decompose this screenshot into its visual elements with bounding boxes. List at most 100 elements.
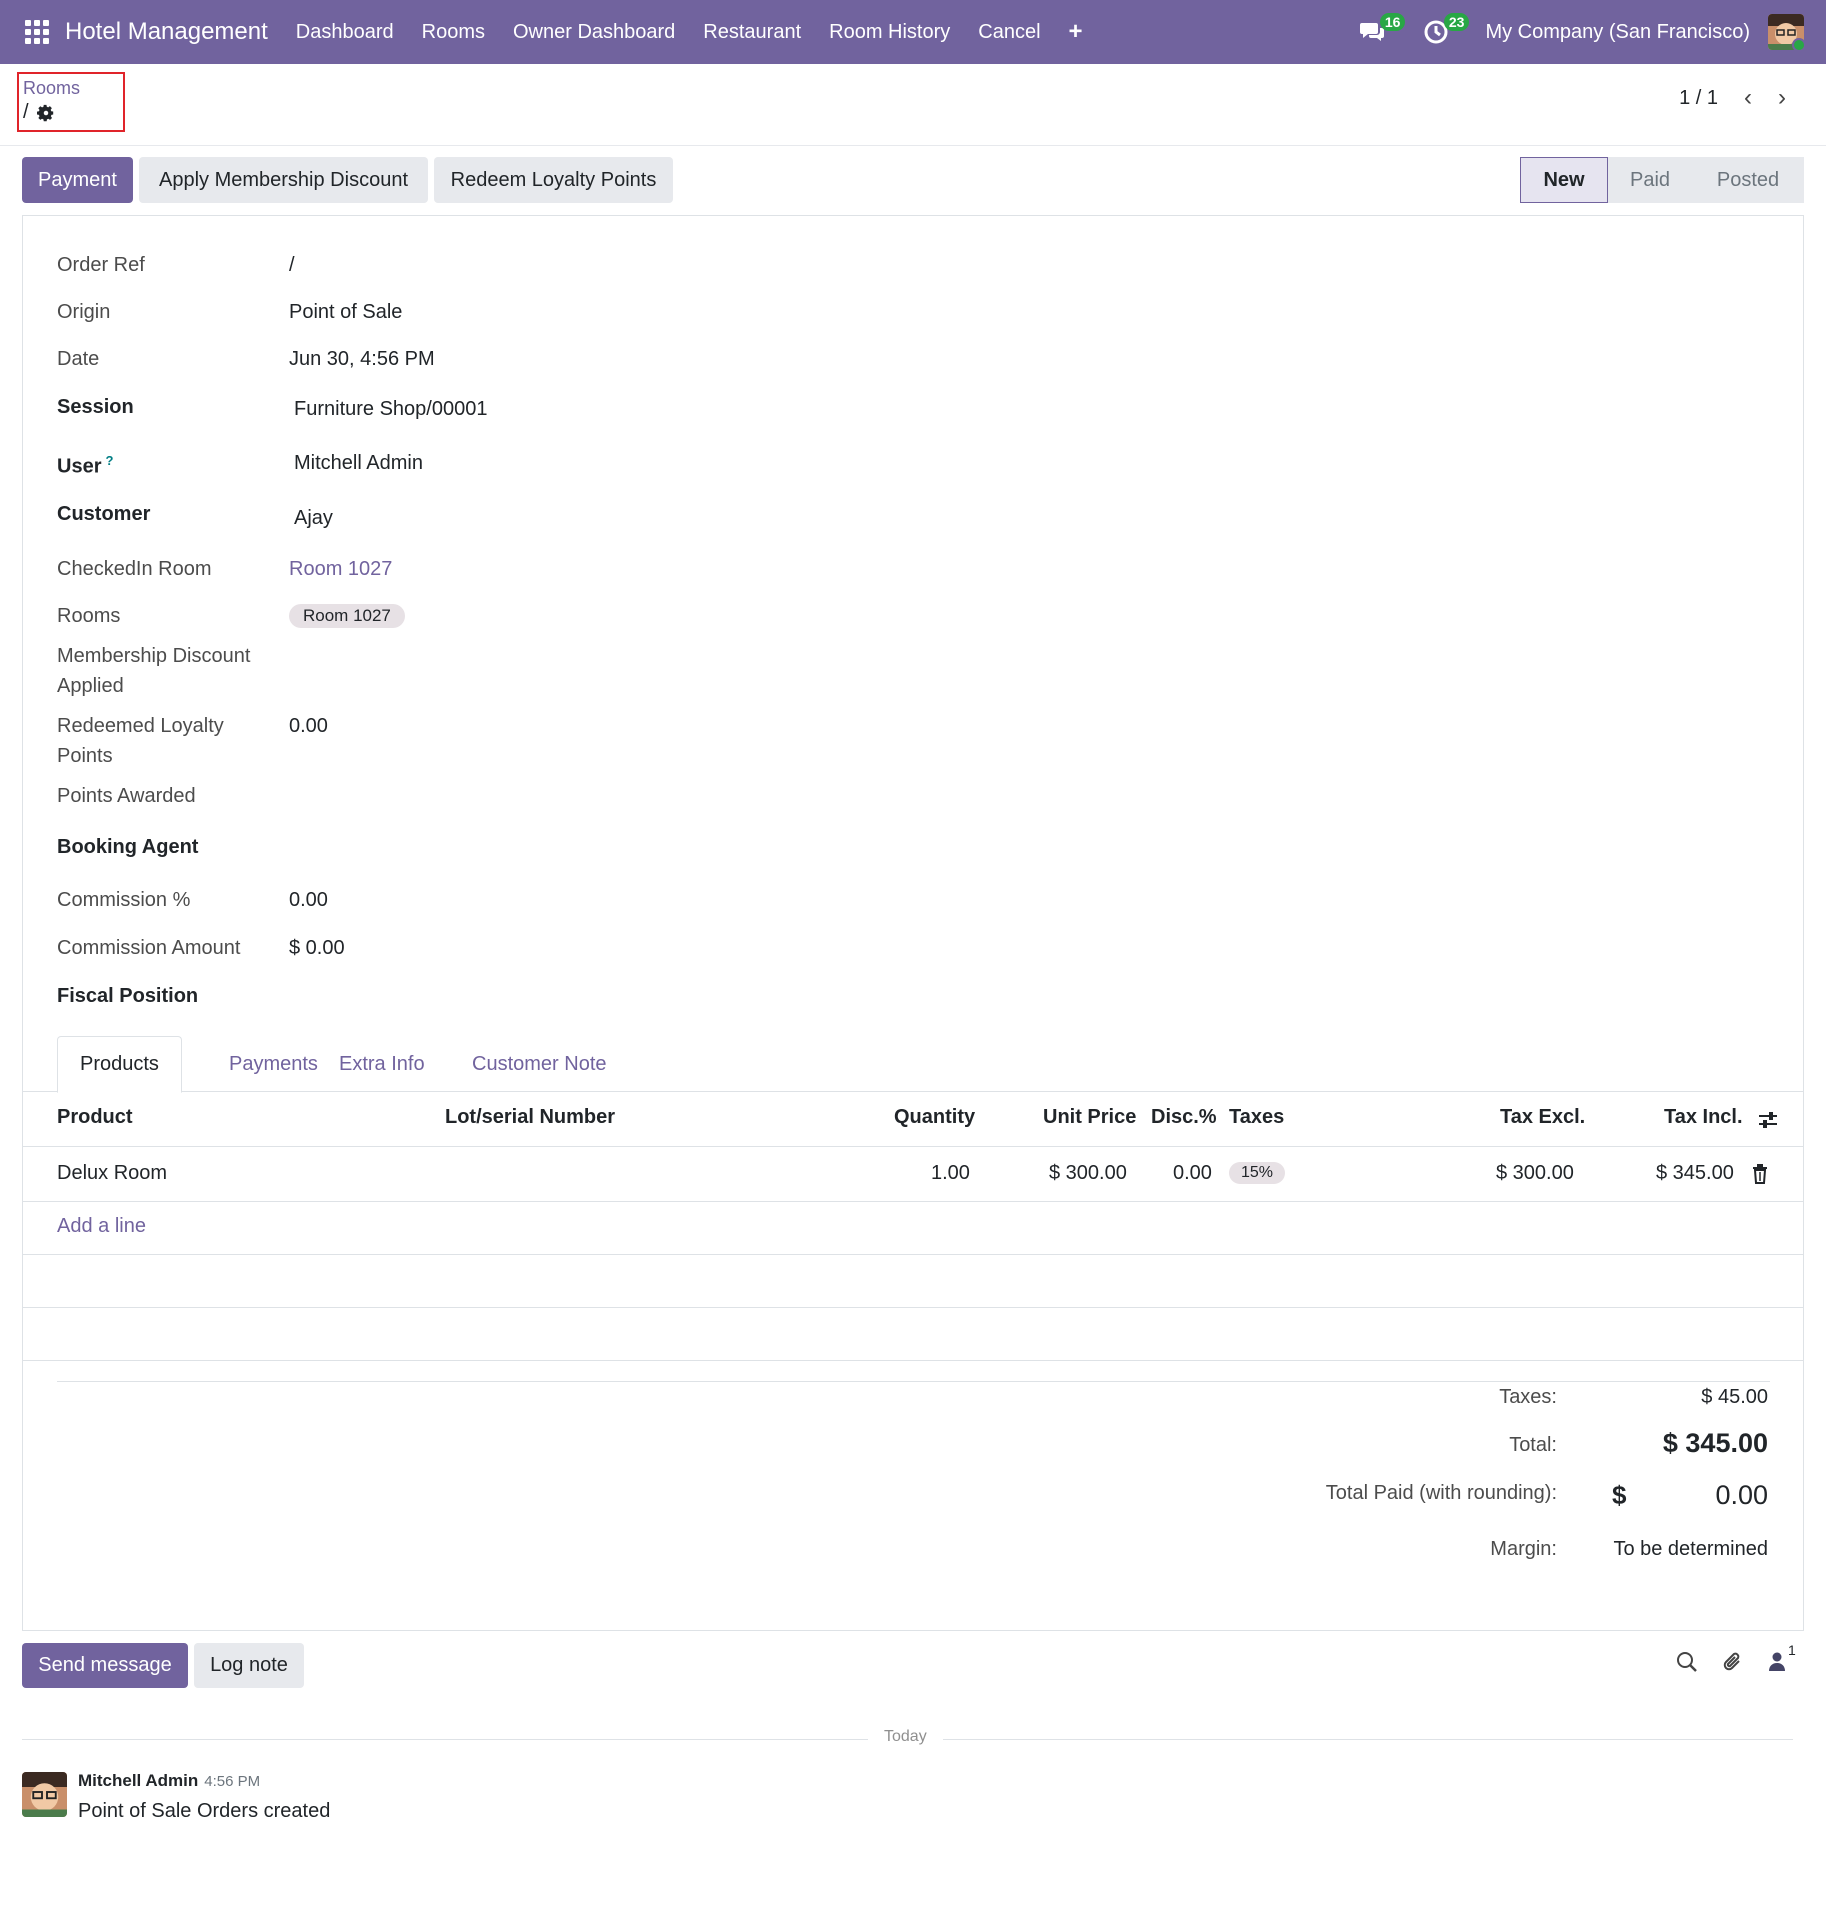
- commission-pct-label: Commission %: [57, 889, 191, 911]
- message-time: 4:56 PM: [204, 1773, 261, 1790]
- totals-divider: [57, 1381, 1770, 1382]
- status-paid[interactable]: Paid: [1608, 157, 1692, 203]
- send-message-button[interactable]: Send message: [22, 1643, 188, 1688]
- margin-label: Margin:: [1490, 1538, 1557, 1560]
- origin-label: Origin: [57, 301, 111, 323]
- row-tax-incl: $ 345.00: [1656, 1162, 1734, 1184]
- message-avatar[interactable]: [22, 1772, 67, 1817]
- date-value: Jun 30, 4:56 PM: [289, 348, 435, 370]
- status-bar: New Paid Posted: [1520, 157, 1804, 203]
- customer-field[interactable]: Ajay: [294, 503, 333, 533]
- origin-value: Point of Sale: [289, 301, 403, 323]
- total-paid-currency: $: [1612, 1480, 1627, 1510]
- total-value: $ 345.00: [1662, 1428, 1768, 1458]
- activities-count-badge: 23: [1443, 13, 1470, 31]
- nav-rooms[interactable]: Rooms: [408, 0, 499, 64]
- col-tax-excl[interactable]: Tax Excl.: [1500, 1106, 1585, 1129]
- user-label: User?: [57, 453, 114, 478]
- taxes-label: Taxes:: [1499, 1386, 1557, 1408]
- message-author: Mitchell Admin 4:56 PM: [78, 1771, 261, 1790]
- margin-value: To be determined: [1613, 1538, 1768, 1560]
- booking-agent-label: Booking Agent: [57, 836, 199, 858]
- order-ref-label: Order Ref: [57, 254, 145, 276]
- nav-room-history[interactable]: Room History: [815, 0, 964, 64]
- notebook-tabs: Products Payments Extra Info Customer No…: [22, 1036, 1804, 1093]
- today-divider-left: [22, 1739, 868, 1740]
- redeemed-loyalty-label: Redeemed Loyalty Points: [57, 715, 224, 767]
- row-product[interactable]: Delux Room: [57, 1162, 167, 1185]
- followers-count: 1: [1788, 1642, 1796, 1658]
- form-sheet: [22, 215, 1804, 1631]
- col-lot[interactable]: Lot/serial Number: [445, 1106, 615, 1129]
- pager: 1 / 1 ‹ ›: [1679, 84, 1786, 112]
- messages-button[interactable]: 16: [1357, 13, 1406, 47]
- nav-restaurant[interactable]: Restaurant: [689, 0, 815, 64]
- pager-previous-icon[interactable]: ‹: [1744, 84, 1752, 112]
- apps-menu-icon[interactable]: [25, 20, 49, 44]
- delete-row-icon[interactable]: [1752, 1164, 1768, 1184]
- nav-add-icon[interactable]: +: [1055, 18, 1097, 46]
- col-tax-incl[interactable]: Tax Incl.: [1664, 1106, 1743, 1129]
- row-quantity[interactable]: 1.00: [931, 1162, 970, 1185]
- col-product[interactable]: Product: [57, 1106, 133, 1129]
- followers-button[interactable]: 1: [1768, 1642, 1796, 1672]
- gear-icon[interactable]: [36, 104, 55, 122]
- message-body: Point of Sale Orders created: [78, 1800, 331, 1822]
- customer-label: Customer: [57, 503, 151, 525]
- table-header-divider: [22, 1146, 1804, 1147]
- commission-pct-value[interactable]: 0.00: [289, 885, 328, 915]
- date-label: Date: [57, 348, 100, 370]
- pager-next-icon[interactable]: ›: [1778, 84, 1786, 112]
- col-quantity[interactable]: Quantity: [894, 1106, 975, 1129]
- taxes-value: $ 45.00: [1701, 1386, 1768, 1408]
- optional-columns-icon[interactable]: [1757, 1110, 1779, 1130]
- redeem-loyalty-points-button[interactable]: Redeem Loyalty Points: [434, 157, 673, 203]
- col-unit-price[interactable]: Unit Price: [1043, 1106, 1136, 1129]
- rooms-label: Rooms: [57, 605, 121, 627]
- breadcrumb-current: /: [23, 101, 29, 123]
- row-unit-price[interactable]: $ 300.00: [1049, 1162, 1127, 1185]
- nav-owner-dashboard[interactable]: Owner Dashboard: [499, 0, 689, 64]
- row-divider: [22, 1360, 1804, 1361]
- order-ref-value: /: [289, 254, 295, 276]
- row-tax-excl: $ 300.00: [1496, 1162, 1574, 1184]
- row-discount[interactable]: 0.00: [1173, 1162, 1212, 1185]
- row-tax-tag[interactable]: 15%: [1229, 1162, 1286, 1184]
- tab-customer-note[interactable]: Customer Note: [450, 1036, 629, 1092]
- paperclip-icon[interactable]: [1722, 1650, 1744, 1674]
- nav-dashboard[interactable]: Dashboard: [282, 0, 408, 64]
- activities-button[interactable]: 23: [1421, 13, 1470, 47]
- row-divider: [22, 1254, 1804, 1255]
- messages-count-badge: 16: [1379, 13, 1406, 31]
- pager-value[interactable]: 1 / 1: [1679, 87, 1718, 110]
- breadcrumb-rooms-link[interactable]: Rooms: [23, 78, 119, 99]
- tab-extra-info[interactable]: Extra Info: [317, 1036, 447, 1092]
- apply-membership-discount-button[interactable]: Apply Membership Discount: [139, 157, 428, 203]
- company-switcher[interactable]: My Company (San Francisco): [1485, 21, 1750, 44]
- points-awarded-label: Points Awarded: [57, 785, 196, 807]
- rooms-tag[interactable]: Room 1027: [289, 604, 405, 628]
- membership-discount-label: Membership Discount Applied: [57, 645, 251, 697]
- add-line-link[interactable]: Add a line: [57, 1215, 146, 1238]
- breadcrumb: Rooms /: [17, 72, 125, 132]
- user-avatar[interactable]: [1768, 14, 1804, 50]
- tab-products[interactable]: Products: [57, 1036, 182, 1093]
- log-note-button[interactable]: Log note: [194, 1643, 304, 1688]
- commission-amount-label: Commission Amount: [57, 937, 241, 959]
- top-navbar: Hotel Management Dashboard Rooms Owner D…: [0, 0, 1826, 64]
- status-new[interactable]: New: [1520, 157, 1608, 203]
- session-field[interactable]: Furniture Shop/00001: [294, 394, 487, 424]
- col-taxes[interactable]: Taxes: [1229, 1106, 1284, 1129]
- search-icon[interactable]: [1676, 1651, 1698, 1673]
- user-icon: [1769, 1652, 1785, 1671]
- app-title[interactable]: Hotel Management: [65, 18, 268, 46]
- nav-cancel[interactable]: Cancel: [964, 0, 1054, 64]
- status-posted[interactable]: Posted: [1692, 157, 1804, 203]
- today-label: Today: [884, 1728, 927, 1745]
- payment-button[interactable]: Payment: [22, 157, 133, 203]
- user-field[interactable]: Mitchell Admin: [294, 448, 423, 478]
- checkedin-room-link[interactable]: Room 1027: [289, 554, 392, 584]
- user-help-icon[interactable]: ?: [105, 453, 113, 468]
- col-discount[interactable]: Disc.%: [1151, 1106, 1217, 1129]
- commission-amount-value: $ 0.00: [289, 937, 345, 959]
